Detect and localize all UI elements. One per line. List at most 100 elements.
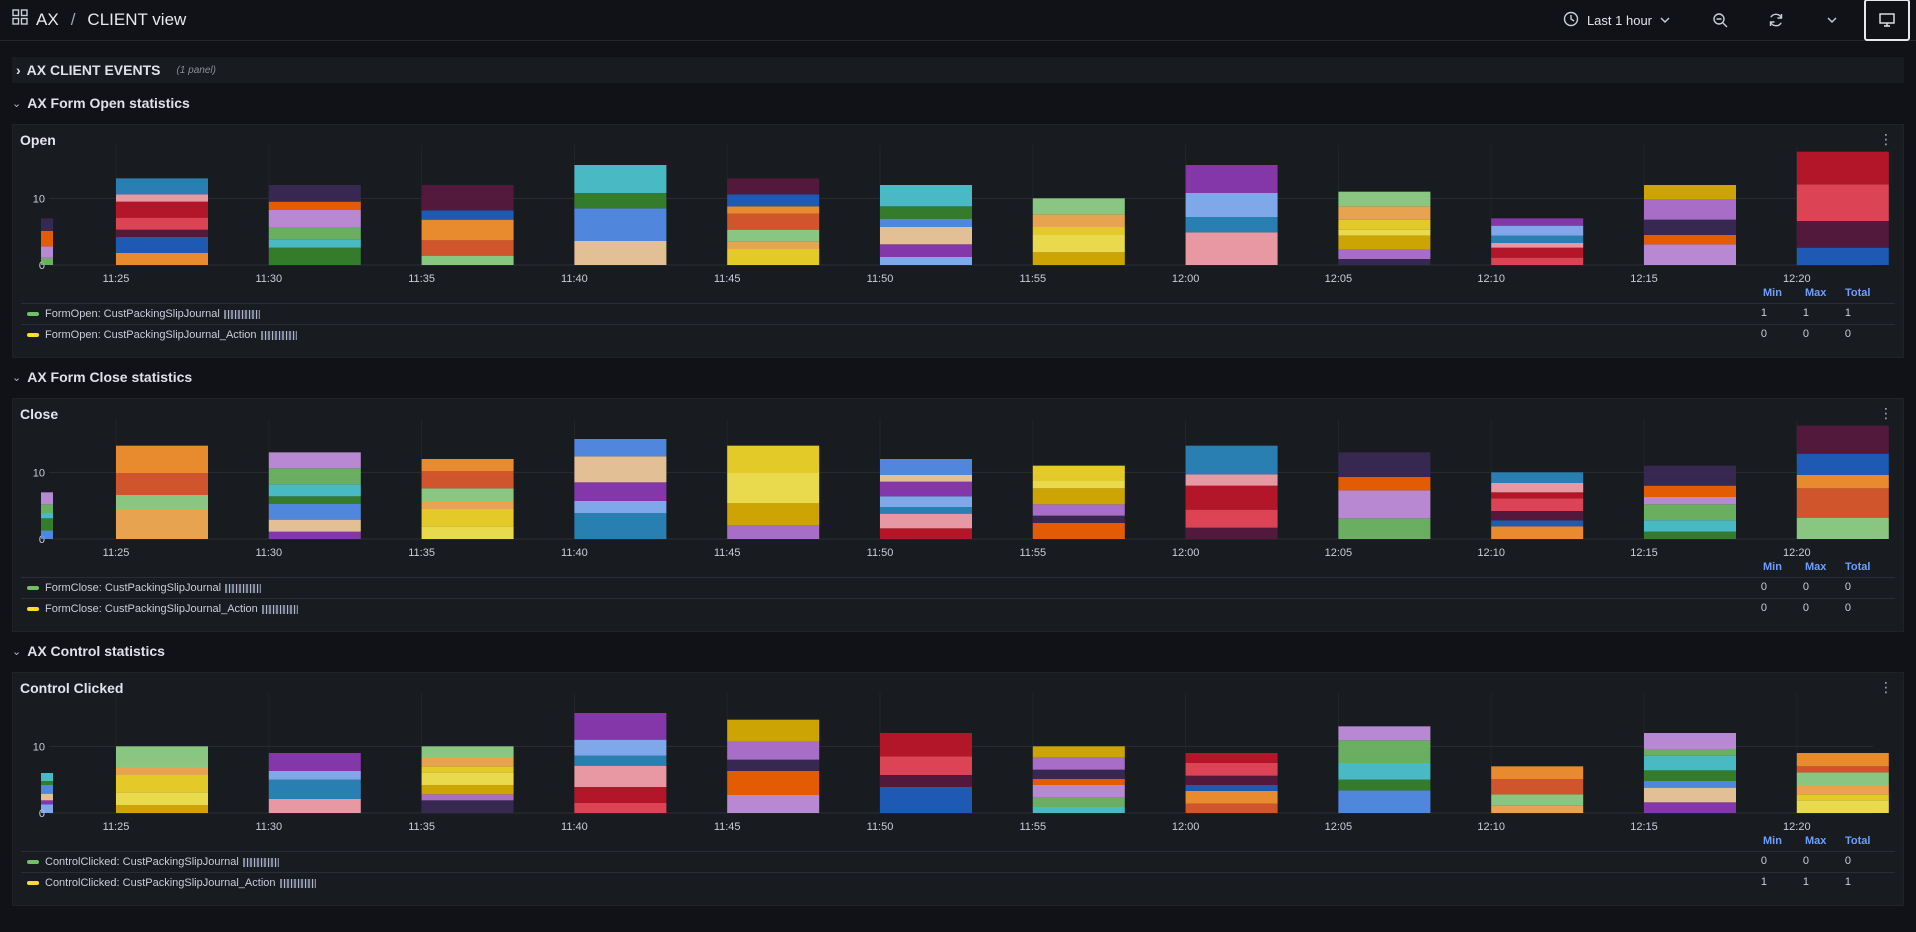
bar-segment[interactable] xyxy=(268,247,361,265)
bar-segment[interactable] xyxy=(1185,775,1278,785)
bar-segment[interactable] xyxy=(268,799,361,813)
bar-segment[interactable] xyxy=(1032,198,1125,215)
bar-segment[interactable] xyxy=(1644,787,1736,803)
bar-segment[interactable] xyxy=(574,803,667,813)
bar-segment[interactable] xyxy=(1796,425,1889,454)
bar-segment[interactable] xyxy=(421,255,514,265)
bar-segment[interactable] xyxy=(1032,488,1125,505)
bar-segment[interactable] xyxy=(1185,753,1278,763)
bar-segment[interactable] xyxy=(1491,225,1584,236)
bar-segment[interactable] xyxy=(1644,244,1736,265)
bar-segment[interactable] xyxy=(727,241,820,249)
bar-segment[interactable] xyxy=(421,785,514,795)
bar-segment[interactable] xyxy=(1338,249,1431,259)
bar-segment[interactable] xyxy=(880,481,972,497)
bar-segment[interactable] xyxy=(574,713,667,740)
bar-segment[interactable] xyxy=(1644,219,1736,235)
bar-segment[interactable] xyxy=(116,445,208,473)
bar-segment[interactable] xyxy=(1338,452,1431,477)
bar-segment[interactable] xyxy=(1491,492,1584,499)
bar-segment[interactable] xyxy=(116,237,208,253)
bar-segment[interactable] xyxy=(1644,755,1736,771)
bar-segment[interactable] xyxy=(421,757,514,767)
bar-segment[interactable] xyxy=(1185,763,1278,776)
bar-segment[interactable] xyxy=(1796,517,1889,539)
bar-segment[interactable] xyxy=(1491,520,1584,527)
bar-segment[interactable] xyxy=(574,787,667,803)
bar-segment[interactable] xyxy=(421,501,514,509)
bar-segment[interactable] xyxy=(880,185,972,207)
bar-segment[interactable] xyxy=(727,741,820,760)
bar-segment[interactable] xyxy=(880,227,972,245)
bar-segment[interactable] xyxy=(880,507,972,514)
bar-segment[interactable] xyxy=(880,475,972,482)
bar-segment[interactable] xyxy=(1491,257,1584,265)
bar-segment[interactable] xyxy=(1032,252,1125,265)
bar-segment[interactable] xyxy=(574,241,667,265)
bar-segment[interactable] xyxy=(1338,779,1431,791)
bar-segment[interactable] xyxy=(116,178,208,195)
bar-segment[interactable] xyxy=(880,257,972,265)
bar-segment[interactable] xyxy=(574,165,667,193)
bar-segment[interactable] xyxy=(1185,445,1278,475)
bar-segment[interactable] xyxy=(1644,733,1736,749)
bar-segment[interactable] xyxy=(421,526,514,539)
bar-segment[interactable] xyxy=(268,771,361,780)
bar-segment[interactable] xyxy=(268,239,361,248)
bar-segment[interactable] xyxy=(116,775,208,793)
bar-segment[interactable] xyxy=(1338,518,1431,539)
bar-segment[interactable] xyxy=(268,531,361,539)
bar-segment[interactable] xyxy=(116,495,208,509)
row-client-events[interactable]: › AX CLIENT EVENTS (1 panel) xyxy=(12,57,1904,83)
bar-segment[interactable] xyxy=(574,513,667,539)
bar-segment[interactable] xyxy=(1185,217,1278,233)
bar-segment[interactable] xyxy=(41,773,53,781)
bar-segment[interactable] xyxy=(41,804,53,813)
bar-segment[interactable] xyxy=(1491,805,1584,813)
bar-segment[interactable] xyxy=(1032,785,1125,798)
bar-segment[interactable] xyxy=(1032,807,1125,813)
bar-segment[interactable] xyxy=(1796,766,1889,773)
bar-segment[interactable] xyxy=(1338,790,1431,813)
bar-segment[interactable] xyxy=(1796,453,1889,475)
bar-segment[interactable] xyxy=(41,492,53,505)
bar-segment[interactable] xyxy=(880,775,972,787)
bar-segment[interactable] xyxy=(1491,243,1584,248)
bar-segment[interactable] xyxy=(1338,490,1431,519)
bar-segment[interactable] xyxy=(116,217,208,230)
bar-segment[interactable] xyxy=(421,185,514,211)
bar-segment[interactable] xyxy=(41,257,53,265)
bar-segment[interactable] xyxy=(1338,229,1431,236)
bar-segment[interactable] xyxy=(1185,232,1278,265)
zoom-out-button[interactable] xyxy=(1710,10,1730,30)
bar-segment[interactable] xyxy=(268,484,361,497)
bar-segment[interactable] xyxy=(268,503,361,520)
bar-segment[interactable] xyxy=(1338,763,1431,780)
bar-segment[interactable] xyxy=(1338,219,1431,230)
bar-segment[interactable] xyxy=(574,501,667,513)
bar-segment[interactable] xyxy=(421,772,514,785)
bar-segment[interactable] xyxy=(421,509,514,527)
bar-segment[interactable] xyxy=(41,518,53,531)
bar-segment[interactable] xyxy=(421,240,514,256)
bar-segment[interactable] xyxy=(41,800,53,805)
bar-segment[interactable] xyxy=(1796,785,1889,795)
legend-min-header[interactable]: Min xyxy=(1763,287,1782,299)
bar-segment[interactable] xyxy=(41,504,53,513)
bar-segment[interactable] xyxy=(727,194,820,207)
bar-segment[interactable] xyxy=(574,755,667,766)
bar-segment[interactable] xyxy=(1644,520,1736,532)
bar-segment[interactable] xyxy=(1338,477,1431,491)
time-range-picker[interactable]: Last 1 hour xyxy=(1563,11,1670,30)
bar-segment[interactable] xyxy=(421,471,514,489)
bar-segment[interactable] xyxy=(116,509,208,539)
bar-segment[interactable] xyxy=(41,530,53,539)
bar-segment[interactable] xyxy=(1032,481,1125,489)
legend-min-header[interactable]: Min xyxy=(1763,561,1782,573)
bar-segment[interactable] xyxy=(1032,797,1125,807)
bar-segment[interactable] xyxy=(41,513,53,519)
legend-max-header[interactable]: Max xyxy=(1805,835,1826,847)
bar-segment[interactable] xyxy=(41,246,53,258)
bar-segment[interactable] xyxy=(574,739,667,756)
bar-segment[interactable] xyxy=(1032,746,1125,757)
